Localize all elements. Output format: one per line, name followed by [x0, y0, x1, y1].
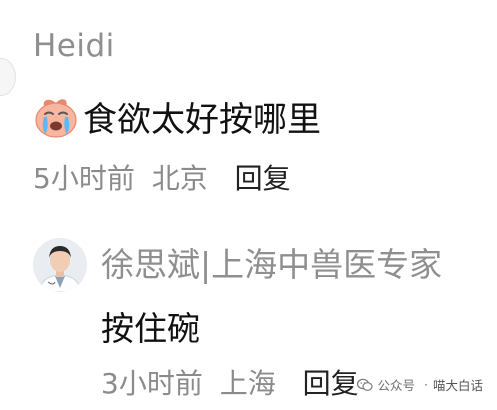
comment-text: 食欲太好按哪里 — [83, 100, 321, 140]
comment-username[interactable]: 徐思斌|上海中兽医专家 — [101, 238, 442, 286]
wechat-icon — [357, 378, 374, 392]
watermark-label: 公众号 — [377, 378, 415, 393]
comment-time: 3小时前 — [101, 367, 203, 400]
watermark-separator: · — [424, 377, 428, 392]
comment-text: 按住碗 — [101, 309, 200, 348]
reply-button[interactable]: 回复 — [235, 162, 291, 195]
avatar-partial[interactable] — [0, 58, 16, 96]
comment-meta: 3小时前 上海 回复 — [101, 362, 359, 402]
watermark-account: 喵大白话 — [432, 378, 483, 393]
comment-meta: 5小时前 北京 回复 — [33, 157, 291, 197]
comment-username[interactable]: Heidi — [33, 28, 115, 64]
crying-peach-face-icon — [33, 95, 79, 139]
comment-time: 5小时前 — [33, 162, 135, 195]
doctor-avatar[interactable] — [33, 238, 87, 292]
comment-location: 上海 — [219, 367, 276, 400]
comment-location: 北京 — [151, 162, 208, 195]
reply-button[interactable]: 回复 — [303, 367, 359, 400]
comment-body: 食欲太好按哪里 — [33, 92, 321, 141]
watermark: 公众号 · 喵大白话 — [357, 375, 483, 394]
